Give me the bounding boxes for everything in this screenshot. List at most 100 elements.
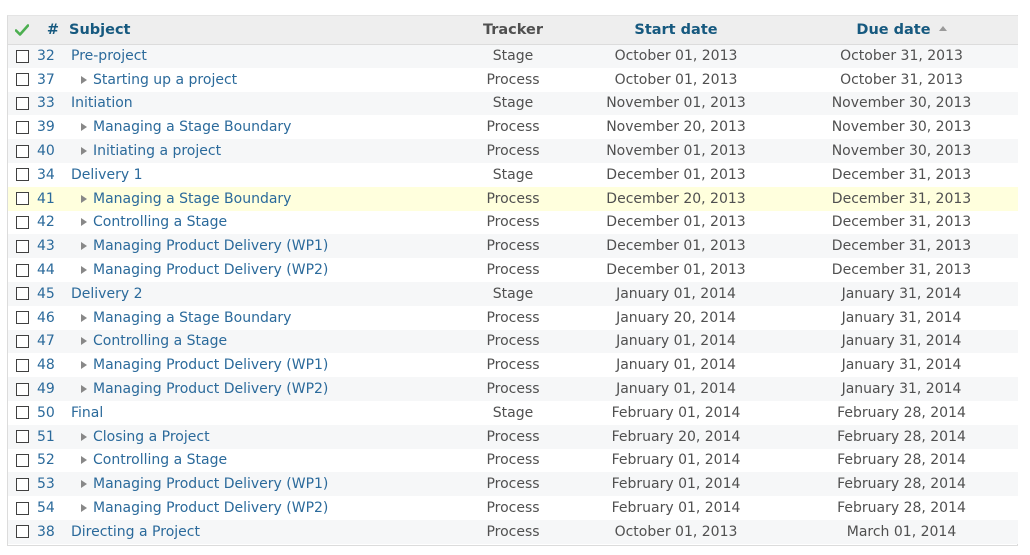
issue-subject-link[interactable]: Managing Product Delivery (WP2) xyxy=(93,500,328,516)
row-checkbox[interactable] xyxy=(16,525,29,539)
row-checkbox[interactable] xyxy=(16,73,29,87)
issue-id-link[interactable]: 37 xyxy=(37,72,55,88)
column-header-due-date[interactable]: Due date xyxy=(785,16,1018,45)
issue-id-link[interactable]: 43 xyxy=(37,238,55,254)
issue-subject-link[interactable]: Managing Product Delivery (WP2) xyxy=(93,262,328,278)
issue-id-link[interactable]: 41 xyxy=(37,191,55,207)
table-row[interactable]: 43 Managing Product Delivery (WP1) Process… xyxy=(8,234,1018,259)
column-header-id[interactable]: # xyxy=(36,16,69,45)
issue-id-link[interactable]: 54 xyxy=(37,500,55,516)
row-checkbox[interactable] xyxy=(16,358,29,372)
issue-subject-link[interactable]: Controlling a Stage xyxy=(93,333,227,349)
row-checkbox[interactable] xyxy=(16,453,29,467)
issue-id-link[interactable]: 46 xyxy=(37,310,55,326)
issue-subject-link[interactable]: Managing a Stage Boundary xyxy=(93,119,291,135)
row-checkbox[interactable] xyxy=(16,120,29,134)
table-row[interactable]: 48 Managing Product Delivery (WP1) Process… xyxy=(8,353,1018,378)
issue-id-link[interactable]: 44 xyxy=(37,262,55,278)
issue-subject-link[interactable]: Final xyxy=(71,405,103,421)
issue-id-link[interactable]: 53 xyxy=(37,476,55,492)
issue-id-link[interactable]: 45 xyxy=(37,286,55,302)
issue-subject-cell: Managing Product Delivery (WP2) xyxy=(69,377,459,401)
table-row[interactable]: 51 Closing a Project Process February 20, 2… xyxy=(8,424,1018,449)
row-checkbox[interactable] xyxy=(16,501,29,515)
row-checkbox[interactable] xyxy=(16,192,29,206)
table-row[interactable]: 41 Managing a Stage Boundary Process Decemb… xyxy=(8,186,1018,211)
table-row[interactable]: 45 Delivery 2 Stage January 01, 2014 January… xyxy=(8,281,1018,306)
issue-subject-link[interactable]: Delivery 1 xyxy=(71,167,142,183)
checkmark-icon[interactable] xyxy=(15,23,29,36)
column-header-subject[interactable]: Subject xyxy=(69,16,459,45)
row-checkbox[interactable] xyxy=(16,430,29,444)
issue-subject-link[interactable]: Managing Product Delivery (WP1) xyxy=(93,238,328,254)
row-checkbox[interactable] xyxy=(16,144,29,158)
issue-id-link[interactable]: 49 xyxy=(37,381,55,397)
row-checkbox[interactable] xyxy=(16,49,29,63)
issue-id-link[interactable]: 42 xyxy=(37,214,55,230)
row-checkbox[interactable] xyxy=(16,477,29,491)
issue-subject-link[interactable]: Directing a Project xyxy=(71,524,200,540)
issue-subject-link[interactable]: Pre-project xyxy=(71,48,147,64)
issue-id-link[interactable]: 38 xyxy=(37,524,55,540)
row-checkbox[interactable] xyxy=(16,287,29,301)
table-row[interactable]: 39 Managing a Stage Boundary Process Novemb… xyxy=(8,115,1018,140)
table-row[interactable]: 40 Initiating a project Process November 01… xyxy=(8,139,1018,163)
issue-id-link[interactable]: 39 xyxy=(37,119,55,135)
issue-subject-link[interactable]: Initiating a project xyxy=(93,143,221,159)
subject-wrapper: Delivery 2 xyxy=(69,286,142,302)
row-checkbox[interactable] xyxy=(16,168,29,182)
table-row[interactable]: 32 Pre-project Stage October 01, 2013 Octobe… xyxy=(8,44,1018,68)
issue-subject-link[interactable]: Closing a Project xyxy=(93,429,210,445)
issue-subject-link[interactable]: Managing Product Delivery (WP2) xyxy=(93,381,328,397)
toggle-all-checkbox[interactable] xyxy=(8,16,36,45)
column-header-due-date-label[interactable]: Due date xyxy=(856,22,930,38)
issue-subject-link[interactable]: Initiation xyxy=(71,95,133,111)
row-checkbox[interactable] xyxy=(16,239,29,253)
row-checkbox[interactable] xyxy=(16,263,29,277)
issue-subject-link[interactable]: Controlling a Stage xyxy=(93,214,227,230)
column-header-tracker[interactable]: Tracker xyxy=(459,16,567,45)
issue-id-link[interactable]: 52 xyxy=(37,452,55,468)
row-checkbox[interactable] xyxy=(16,334,29,348)
row-checkbox[interactable] xyxy=(16,215,29,229)
issue-id-link[interactable]: 51 xyxy=(37,429,55,445)
issue-id-link[interactable]: 50 xyxy=(37,405,55,421)
issue-id-link[interactable]: 47 xyxy=(37,333,55,349)
issue-due-date: January 31, 2014 xyxy=(841,309,962,326)
table-row[interactable]: 52 Controlling a Stage Process February 01,… xyxy=(8,448,1018,473)
issue-id-link[interactable]: 48 xyxy=(37,357,55,373)
issue-id-link[interactable]: 32 xyxy=(37,48,55,64)
issue-subject-link[interactable]: Managing Product Delivery (WP1) xyxy=(93,476,328,492)
table-row[interactable]: 49 Managing Product Delivery (WP2) Process… xyxy=(8,377,1018,401)
issue-subject-cell: Directing a Project xyxy=(69,520,459,544)
issue-subject-link[interactable]: Delivery 2 xyxy=(71,286,142,302)
issue-tracker: Process xyxy=(486,500,540,517)
table-row[interactable]: 50 Final Stage February 01, 2014 February 28… xyxy=(8,400,1018,425)
table-row[interactable]: 54 Managing Product Delivery (WP2) Process… xyxy=(8,496,1018,520)
table-row[interactable]: 33 Initiation Stage November 01, 2013 Novemb… xyxy=(8,91,1018,116)
table-row[interactable]: 37 Starting up a project Process October 01… xyxy=(8,67,1018,92)
table-row[interactable]: 38 Directing a Project Process October 01, … xyxy=(8,519,1018,544)
issue-id-link[interactable]: 40 xyxy=(37,143,55,159)
issue-subject-link[interactable]: Managing a Stage Boundary xyxy=(93,310,291,326)
table-row[interactable]: 47 Controlling a Stage Process January 01, … xyxy=(8,329,1018,354)
issue-id-link[interactable]: 34 xyxy=(37,167,55,183)
issue-subject-link[interactable]: Managing a Stage Boundary xyxy=(93,191,291,207)
issue-subject-link[interactable]: Managing Product Delivery (WP1) xyxy=(93,357,328,373)
issue-subject-link[interactable]: Controlling a Stage xyxy=(93,452,227,468)
row-checkbox-cell xyxy=(8,92,36,116)
row-checkbox[interactable] xyxy=(16,382,29,396)
issue-id-link[interactable]: 33 xyxy=(37,95,55,111)
table-row[interactable]: 46 Managing a Stage Boundary Process Januar… xyxy=(8,305,1018,330)
row-checkbox[interactable] xyxy=(16,96,29,110)
column-header-start-date[interactable]: Start date xyxy=(567,16,785,45)
row-checkbox[interactable] xyxy=(16,311,29,325)
row-checkbox[interactable] xyxy=(16,406,29,420)
table-row[interactable]: 53 Managing Product Delivery (WP1) Process… xyxy=(8,472,1018,497)
issue-subject-link[interactable]: Starting up a project xyxy=(93,72,237,88)
table-row[interactable]: 44 Managing Product Delivery (WP2) Process… xyxy=(8,258,1018,282)
table-row[interactable]: 42 Controlling a Stage Process December 01,… xyxy=(8,210,1018,235)
issue-start-date: November 20, 2013 xyxy=(606,119,746,136)
row-checkbox-cell xyxy=(8,472,36,496)
table-row[interactable]: 34 Delivery 1 Stage December 01, 2013 Decemb… xyxy=(8,162,1018,187)
